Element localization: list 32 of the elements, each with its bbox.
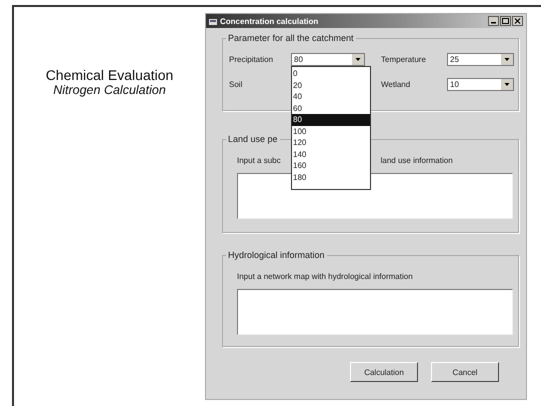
dropdown-option[interactable]: 180: [292, 172, 370, 183]
dropdown-option[interactable]: 140: [292, 148, 370, 160]
minimize-icon[interactable]: [488, 16, 499, 26]
field-label: Precipitation: [229, 55, 274, 64]
dropdown-option[interactable]: 60: [292, 102, 370, 114]
maximize-icon[interactable]: [500, 16, 511, 26]
dialog-button[interactable]: Cancel: [431, 362, 499, 382]
group-title: Hydrological information: [226, 250, 327, 260]
dropdown-option[interactable]: 0: [292, 68, 370, 80]
dropdown-option[interactable]: 20: [292, 80, 370, 91]
field-label: Wetland: [381, 80, 412, 89]
caption-title: Chemical Evaluation: [44, 67, 174, 83]
window-icon: [209, 18, 217, 24]
dropdown-option[interactable]: 40: [292, 91, 370, 102]
hint-text: Input a network map with hydrological information: [237, 272, 413, 281]
window-title: Concentration calculation: [220, 16, 320, 26]
dropdown-field[interactable]: 10: [447, 78, 514, 91]
hint-text: land use information: [380, 156, 453, 165]
dropdown-option[interactable]: 160: [292, 160, 370, 172]
dropdown-option[interactable]: 100: [292, 126, 370, 137]
group-title: Land use pe: [226, 134, 280, 144]
hint-text: Input a subc: [237, 156, 281, 165]
field-label: Soil: [229, 80, 244, 89]
dialog-button[interactable]: Calculation: [350, 362, 418, 382]
field-label: Temperature: [381, 55, 427, 64]
input-field[interactable]: [237, 289, 513, 335]
close-icon[interactable]: [512, 16, 523, 26]
group-title: Parameter for all the catchment: [226, 33, 356, 43]
dropdown-option[interactable]: 120: [292, 137, 370, 148]
dropdown-field[interactable]: 25: [447, 53, 514, 66]
dropdown-option[interactable]: 80: [292, 114, 370, 126]
caption-subtitle: Nitrogen Calculation: [52, 83, 167, 97]
